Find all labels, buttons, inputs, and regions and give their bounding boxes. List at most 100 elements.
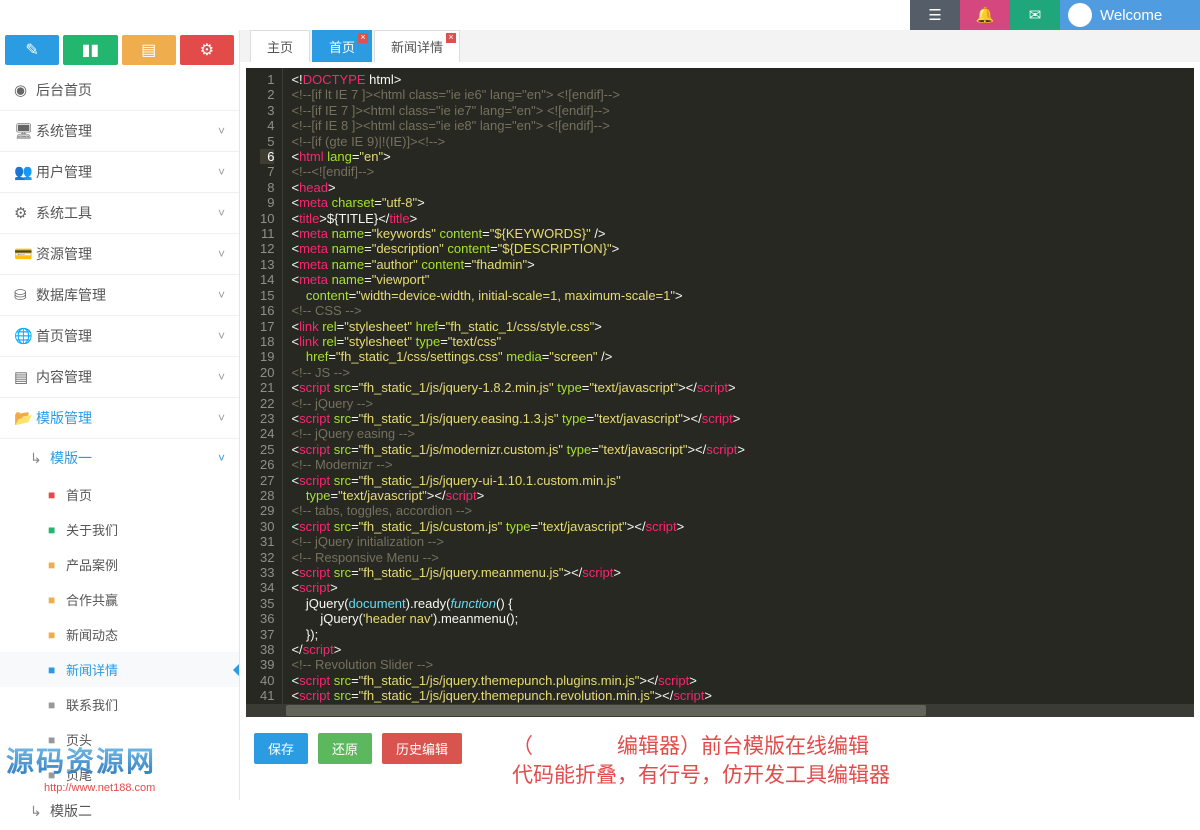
code-line[interactable]: <script src="fh_static_1/js/jquery-1.8.2… xyxy=(291,380,744,395)
close-icon[interactable]: × xyxy=(358,33,368,43)
line-number[interactable]: 2 xyxy=(260,87,274,102)
line-number[interactable]: 12 xyxy=(260,241,274,256)
line-gutter[interactable]: 1234567891011121314151617181920212223242… xyxy=(246,68,283,717)
nav-item-0[interactable]: ◉后台首页 xyxy=(0,70,239,111)
code-editor[interactable]: 1234567891011121314151617181920212223242… xyxy=(246,68,1194,717)
topbar-user[interactable]: Welcome xyxy=(1060,0,1200,30)
save-button[interactable]: 保存 xyxy=(254,733,308,764)
line-number[interactable]: 28 xyxy=(260,488,274,503)
line-number[interactable]: 37 xyxy=(260,627,274,642)
code-line[interactable]: <!--[if lt IE 7 ]><html class="ie ie6" l… xyxy=(291,87,744,102)
line-number[interactable]: 21 xyxy=(260,380,274,395)
page-item-5[interactable]: ■新闻详情 xyxy=(0,652,239,687)
code-line[interactable]: <!-- Revolution Slider --> xyxy=(291,657,744,672)
page-item-2[interactable]: ■产品案例 xyxy=(0,547,239,582)
line-number[interactable]: 25 xyxy=(260,442,274,457)
code-line[interactable]: <script src="fh_static_1/js/jquery.theme… xyxy=(291,688,744,703)
line-number[interactable]: 7 xyxy=(260,164,274,179)
code-line[interactable]: jQuery('header nav').meanmenu(); xyxy=(291,611,744,626)
page-item-3[interactable]: ■合作共赢 xyxy=(0,582,239,617)
code-line[interactable]: <script src="fh_static_1/js/custom.js" t… xyxy=(291,519,744,534)
line-number[interactable]: 13 xyxy=(260,257,274,272)
tab-2[interactable]: 新闻详情× xyxy=(374,30,460,62)
code-line[interactable]: <!--[if (gte IE 9)|!(IE)]><!--> xyxy=(291,134,744,149)
code-line[interactable]: <!-- tabs, toggles, accordion --> xyxy=(291,503,744,518)
page-item-4[interactable]: ■新闻动态 xyxy=(0,617,239,652)
line-number[interactable]: 6 xyxy=(260,149,274,164)
code-line[interactable]: <html lang="en"> xyxy=(291,149,744,164)
code-line[interactable]: <meta name="viewport" xyxy=(291,272,744,287)
line-number[interactable]: 23 xyxy=(260,411,274,426)
code-line[interactable]: <!-- Modernizr --> xyxy=(291,457,744,472)
code-line[interactable]: <script src="fh_static_1/js/jquery.meanm… xyxy=(291,565,744,580)
h-scrollbar[interactable] xyxy=(246,704,1194,717)
line-number[interactable]: 4 xyxy=(260,118,274,133)
line-number[interactable]: 38 xyxy=(260,642,274,657)
nav-item-1[interactable]: 🖥系统管理˅ xyxy=(0,111,239,152)
nav-item-8[interactable]: 📂模版管理˅ xyxy=(0,398,239,439)
code-line[interactable]: <script src="fh_static_1/js/jquery.theme… xyxy=(291,673,744,688)
code-line[interactable]: <meta name="description" content="${DESC… xyxy=(291,241,744,256)
line-number[interactable]: 8 xyxy=(260,180,274,195)
nav-item-6[interactable]: 🌐首页管理˅ xyxy=(0,316,239,357)
code-line[interactable]: <meta name="keywords" content="${KEYWORD… xyxy=(291,226,744,241)
action-edit-button[interactable]: ✎ xyxy=(5,35,59,65)
h-scrollbar-thumb[interactable] xyxy=(286,705,926,716)
code-line[interactable]: <script src="fh_static_1/js/jquery.easin… xyxy=(291,411,744,426)
line-number[interactable]: 29 xyxy=(260,503,274,518)
nav-item-5[interactable]: ⛁数据库管理˅ xyxy=(0,275,239,316)
code-line[interactable]: <link rel="stylesheet" href="fh_static_1… xyxy=(291,319,744,334)
topbar-bell-icon[interactable]: 🔔 xyxy=(960,0,1010,30)
code-line[interactable]: <head> xyxy=(291,180,744,195)
line-number[interactable]: 1 xyxy=(260,72,274,87)
code-line[interactable]: <meta charset="utf-8"> xyxy=(291,195,744,210)
line-number[interactable]: 24 xyxy=(260,426,274,441)
line-number[interactable]: 41 xyxy=(260,688,274,703)
code-line[interactable]: <title>${TITLE}</title> xyxy=(291,211,744,226)
code-area[interactable]: <!DOCTYPE html><!--[if lt IE 7 ]><html c… xyxy=(283,68,744,717)
nav-item-2[interactable]: 👥用户管理˅ xyxy=(0,152,239,193)
history-button[interactable]: 历史编辑 xyxy=(382,733,462,764)
code-line[interactable]: <!--[if IE 8 ]><html class="ie ie8" lang… xyxy=(291,118,744,133)
page-item-6[interactable]: ■联系我们 xyxy=(0,687,239,722)
line-number[interactable]: 22 xyxy=(260,396,274,411)
line-number[interactable]: 30 xyxy=(260,519,274,534)
nav-item-4[interactable]: 💳资源管理˅ xyxy=(0,234,239,275)
page-item-0[interactable]: ■首页 xyxy=(0,477,239,512)
code-line[interactable]: <link rel="stylesheet" type="text/css" xyxy=(291,334,744,349)
code-line[interactable]: <script src="fh_static_1/js/modernizr.cu… xyxy=(291,442,744,457)
code-line[interactable]: href="fh_static_1/css/settings.css" medi… xyxy=(291,349,744,364)
line-number[interactable]: 39 xyxy=(260,657,274,672)
line-number[interactable]: 40 xyxy=(260,673,274,688)
line-number[interactable]: 10 xyxy=(260,211,274,226)
line-number[interactable]: 26 xyxy=(260,457,274,472)
code-line[interactable]: </script> xyxy=(291,642,744,657)
code-line[interactable]: <!-- Responsive Menu --> xyxy=(291,550,744,565)
code-line[interactable]: <!DOCTYPE html> xyxy=(291,72,744,87)
line-number[interactable]: 17 xyxy=(260,319,274,334)
line-number[interactable]: 35 xyxy=(260,596,274,611)
code-line[interactable]: jQuery(document).ready(function() { xyxy=(291,596,744,611)
line-number[interactable]: 20 xyxy=(260,365,274,380)
code-line[interactable]: <script> xyxy=(291,580,744,595)
line-number[interactable]: 33 xyxy=(260,565,274,580)
line-number[interactable]: 3 xyxy=(260,103,274,118)
code-line[interactable]: type="text/javascript"></script> xyxy=(291,488,744,503)
nav-item-3[interactable]: ⚙系统工具˅ xyxy=(0,193,239,234)
line-number[interactable]: 16 xyxy=(260,303,274,318)
close-icon[interactable]: × xyxy=(446,33,456,43)
action-stats-button[interactable]: ▮▮ xyxy=(63,35,117,65)
action-book-button[interactable]: ▤ xyxy=(122,35,176,65)
line-number[interactable]: 34 xyxy=(260,580,274,595)
line-number[interactable]: 9 xyxy=(260,195,274,210)
subnav-template1[interactable]: ↳模版一˅ xyxy=(0,439,239,477)
subnav-template2[interactable]: ↳模版二 xyxy=(0,792,239,830)
line-number[interactable]: 5 xyxy=(260,134,274,149)
line-number[interactable]: 14 xyxy=(260,272,274,287)
code-line[interactable]: content="width=device-width, initial-sca… xyxy=(291,288,744,303)
line-number[interactable]: 31 xyxy=(260,534,274,549)
code-line[interactable]: <!-- jQuery initialization --> xyxy=(291,534,744,549)
code-line[interactable]: <meta name="author" content="fhadmin"> xyxy=(291,257,744,272)
code-line[interactable]: <script src="fh_static_1/js/jquery-ui-1.… xyxy=(291,473,744,488)
line-number[interactable]: 18 xyxy=(260,334,274,349)
